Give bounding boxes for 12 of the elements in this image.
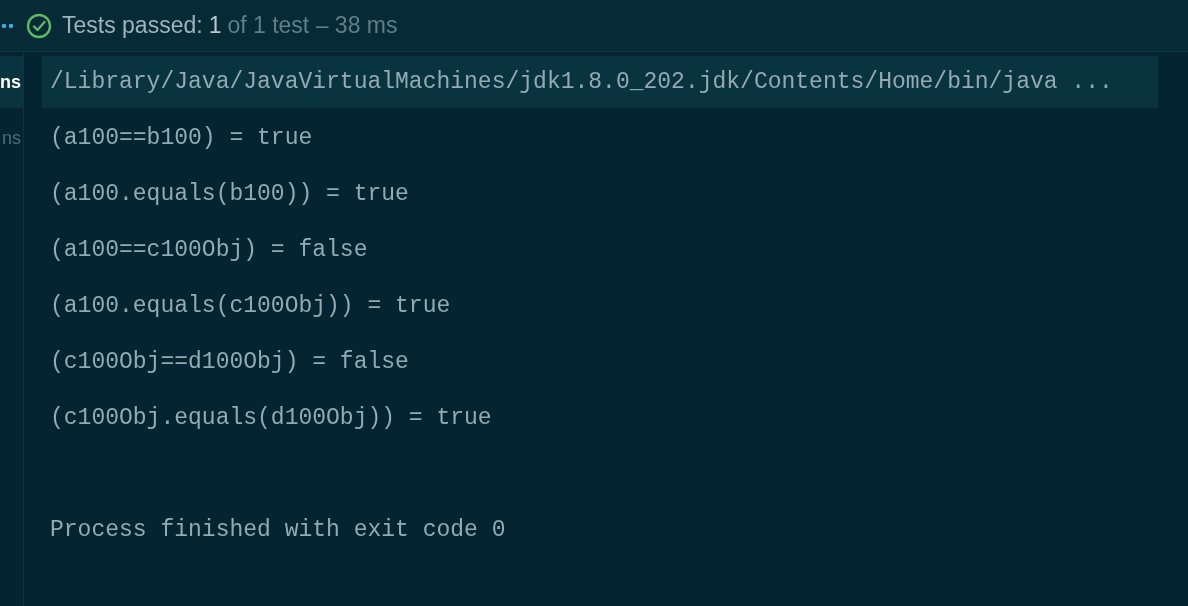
output-line: (a100==c100Obj) = false: [49, 235, 369, 265]
output-line: (c100Obj==d100Obj) = false: [49, 347, 410, 377]
output-line: (c100Obj.equals(d100Obj)) = true: [49, 403, 493, 433]
output-line: (a100.equals(b100)) = true: [49, 179, 410, 209]
exit-message: Process finished with exit code 0: [49, 515, 507, 545]
output-line: (a100==b100) = true: [49, 123, 314, 153]
output-line: (a100.equals(c100Obj)) = true: [49, 291, 452, 321]
status-label: Tests passed:: [62, 11, 203, 41]
sidebar-tab[interactable]: ns: [0, 56, 23, 108]
passed-count: 1: [208, 11, 222, 41]
test-summary: of 1 test – 38 ms: [227, 11, 398, 41]
more-icon[interactable]: [0, 22, 14, 29]
